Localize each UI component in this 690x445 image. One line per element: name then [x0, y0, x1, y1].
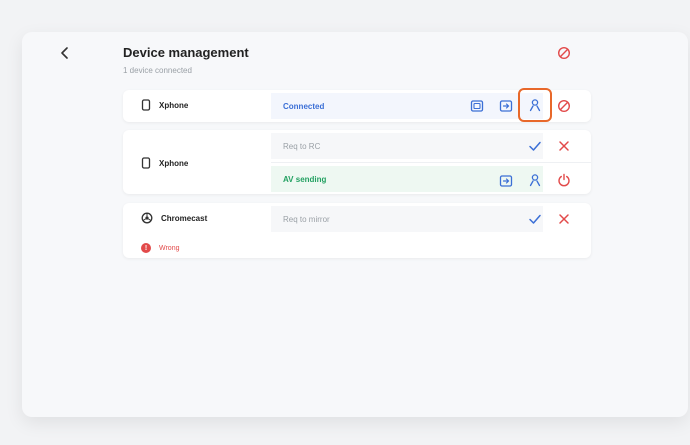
disconnect-all-button[interactable] [555, 44, 573, 62]
file-transfer-icon [499, 100, 513, 112]
device-name: Chromecast [161, 213, 208, 223]
user-icon [529, 174, 541, 187]
chevron-left-icon [61, 47, 68, 59]
device-label: Xphone [141, 99, 188, 111]
phone-icon [141, 99, 151, 111]
device-label: Xphone [141, 157, 188, 169]
error-icon: ! [141, 243, 151, 253]
screen-share-button[interactable] [468, 97, 486, 115]
close-icon [559, 141, 569, 151]
device-label: Chromecast [141, 212, 207, 224]
disconnect-icon [557, 46, 571, 60]
reject-button[interactable] [555, 210, 573, 228]
file-transfer-button[interactable] [497, 172, 515, 190]
device-card: Chromecast Req to mirror ! Wrong [123, 203, 591, 258]
selected-action-highlight [518, 88, 552, 122]
disconnect-icon [557, 99, 571, 113]
check-icon [529, 141, 541, 151]
page-subtitle: 1 device connected [123, 66, 192, 75]
divider [271, 162, 591, 163]
file-transfer-icon [499, 175, 513, 187]
user-button[interactable] [526, 171, 544, 189]
disconnect-button[interactable] [555, 97, 573, 115]
screen-share-icon [470, 100, 484, 112]
phone-icon [141, 157, 151, 169]
accept-button[interactable] [526, 137, 544, 155]
power-icon [558, 173, 570, 187]
page-title: Device management [123, 45, 249, 60]
device-name: Xphone [159, 100, 189, 110]
reject-button[interactable] [555, 137, 573, 155]
stop-button[interactable] [555, 171, 573, 189]
file-transfer-button[interactable] [497, 97, 515, 115]
close-icon [559, 214, 569, 224]
check-icon [529, 214, 541, 224]
request-status: Req to RC [271, 133, 543, 159]
device-card: Xphone Req to RC AV sending [123, 130, 591, 194]
request-status: Req to mirror [271, 206, 543, 232]
device-name: Xphone [159, 158, 189, 168]
back-button[interactable] [56, 44, 74, 62]
accept-button[interactable] [526, 210, 544, 228]
error-message: ! Wrong [141, 243, 180, 253]
error-text: Wrong [159, 244, 180, 252]
chromecast-icon [141, 212, 153, 224]
